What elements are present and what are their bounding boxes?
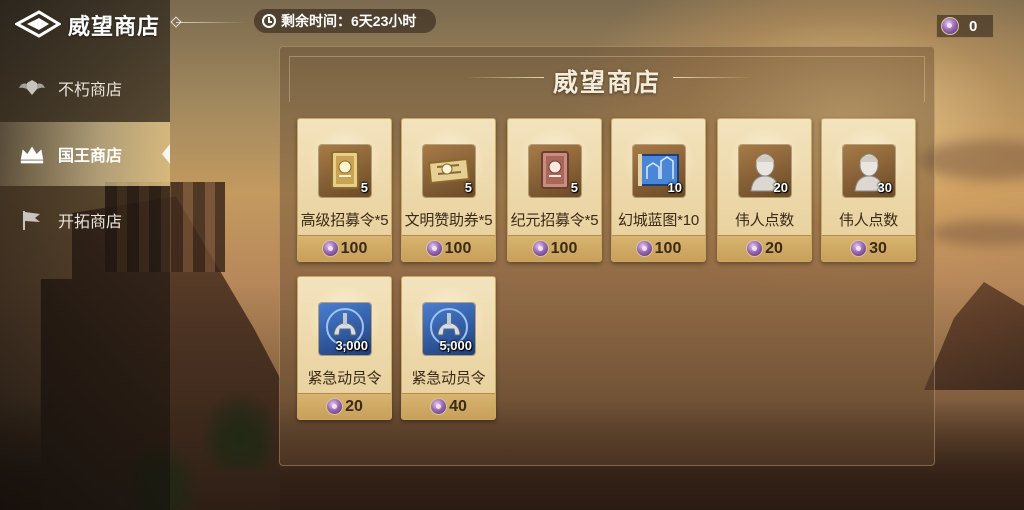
shop-sidebar: 不朽商店 国王商店 开拓商店 [0,56,170,254]
buy-price-button[interactable]: 20 [298,393,391,419]
prestige-gem-icon [430,398,448,415]
back-arrow-icon [15,10,61,38]
item-icon-frame: 5 [423,145,475,197]
sidebar-item-label: 不朽商店 [58,82,123,99]
prestige-gem-icon [326,398,344,415]
buy-price-button[interactable]: 100 [298,235,391,261]
item-quantity: 5 [570,180,578,195]
item-icon-frame: 5,000 [423,303,475,355]
item-quantity: 20 [773,180,788,195]
title-divider-line [176,22,246,23]
back-button[interactable] [14,9,62,39]
item-name: 紧急动员令 [411,370,486,387]
item-quantity: 5,000 [439,338,472,353]
item-name: 文明赞助券*5 [404,212,493,229]
item-quantity: 30 [877,180,892,195]
panel-title: 威望商店 [552,69,661,97]
item-quantity: 5 [360,180,368,195]
sidebar-item-label: 开拓商店 [58,214,123,231]
buy-price-button[interactable]: 20 [718,235,811,261]
top-bar: 威望商店 剩余时间：6天23小时 0 [0,0,1024,46]
item-price: 100 [550,239,578,257]
shop-item-card[interactable]: 30 伟人点数 30 [821,118,916,262]
crown-icon [18,142,46,166]
item-price: 100 [444,239,472,257]
currency-display[interactable]: 0 [936,14,994,38]
clock-icon [262,14,276,28]
shop-item-card[interactable]: 5 文明赞助券*5 100 [401,118,496,262]
item-name: 纪元招募令*5 [510,212,599,229]
remaining-time-text: 剩余时间：6天23小时 [281,13,417,29]
item-name: 高级招募令*5 [300,212,389,229]
wings-shield-icon [18,76,46,100]
prestige-gem-icon [531,240,549,257]
item-quantity: 3,000 [335,338,368,353]
prestige-gem-icon [425,240,443,257]
currency-value: 0 [969,17,978,35]
item-name: 幻城蓝图*10 [617,212,700,229]
buy-price-button[interactable]: 100 [402,235,495,261]
item-icon-frame: 5 [529,145,581,197]
item-price: 40 [449,397,467,415]
sidebar-item-label: 国王商店 [58,148,123,165]
buy-price-button[interactable]: 100 [612,235,705,261]
item-price: 20 [345,397,363,415]
buy-price-button[interactable]: 40 [402,393,495,419]
item-price: 100 [654,239,682,257]
prestige-gem-icon [941,17,959,35]
shop-item-card[interactable]: 20 伟人点数 20 [717,118,812,262]
buy-price-button[interactable]: 100 [508,235,601,261]
shop-item-card[interactable]: 3,000 紧急动员令 20 [297,276,392,420]
item-name: 紧急动员令 [307,370,382,387]
page-title: 威望商店 [68,14,161,39]
shop-item-card[interactable]: 5,000 紧急动员令 40 [401,276,496,420]
item-name: 伟人点数 [838,212,899,229]
item-price: 30 [869,239,887,257]
item-icon-frame: 3,000 [319,303,371,355]
sidebar-item-immortal-shop[interactable]: 不朽商店 [0,56,170,120]
prestige-gem-icon [635,240,653,257]
item-icon-frame: 5 [319,145,371,197]
sidebar-item-king-shop[interactable]: 国王商店 [0,122,170,186]
remaining-time-pill: 剩余时间：6天23小时 [254,9,436,33]
prestige-gem-icon [850,240,868,257]
item-name: 伟人点数 [734,212,795,229]
buy-price-button[interactable]: 30 [822,235,915,261]
prestige-gem-icon [746,240,764,257]
item-icon-frame: 20 [739,145,791,197]
item-icon-frame: 30 [843,145,895,197]
sidebar-item-pioneer-shop[interactable]: 开拓商店 [0,188,170,252]
shop-item-card[interactable]: 5 纪元招募令*5 100 [507,118,602,262]
shop-item-card[interactable]: 10 幻城蓝图*10 100 [611,118,706,262]
flag-icon [18,208,46,232]
background-palm-tree [200,390,280,470]
item-icon-frame: 10 [633,145,685,197]
item-price: 100 [340,239,368,257]
item-quantity: 5 [464,180,472,195]
item-quantity: 10 [667,180,682,195]
shop-item-card[interactable]: 5 高级招募令*5 100 [297,118,392,262]
item-price: 20 [765,239,783,257]
prestige-gem-icon [321,240,339,257]
